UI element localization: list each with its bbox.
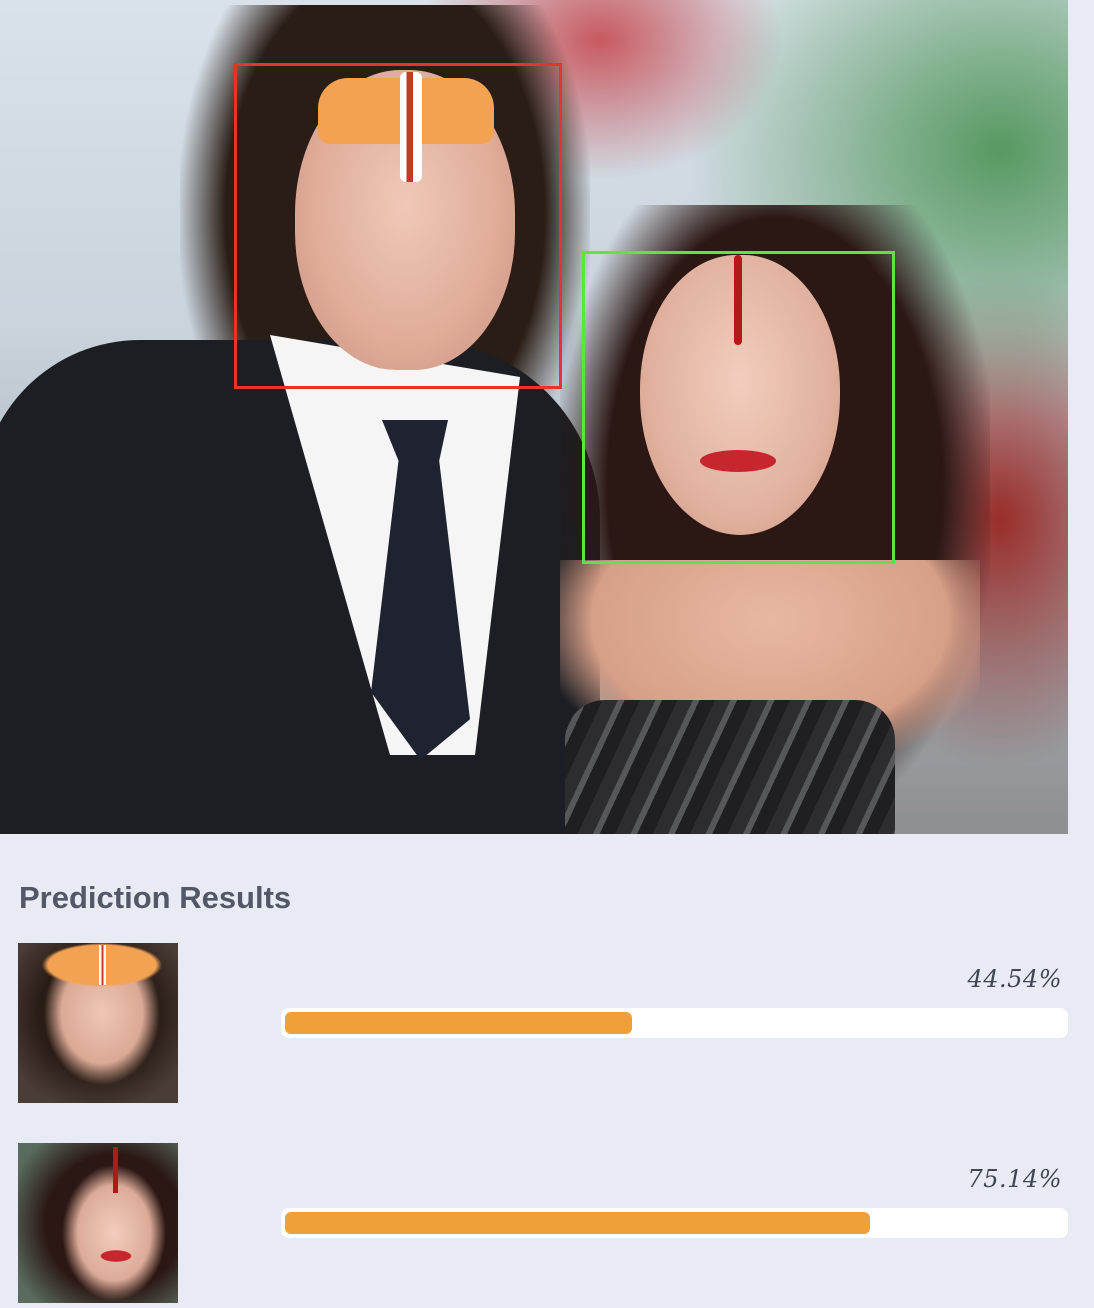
face-thumbnail: [18, 1143, 178, 1303]
face-thumbnail: [18, 943, 178, 1103]
progress-fill: [285, 1212, 870, 1234]
result-row: 75.14%: [0, 1143, 1094, 1303]
uploaded-photo: [0, 0, 1068, 834]
result-row: 44.54%: [0, 943, 1094, 1103]
progress-track: [281, 1208, 1068, 1238]
percent-label: 44.54%: [967, 965, 1062, 993]
face-bounding-box-2: [582, 251, 895, 564]
results-title: Prediction Results: [19, 880, 292, 915]
face-bounding-box-1: [234, 63, 562, 389]
photo-region: [565, 700, 895, 834]
percent-label: 75.14%: [967, 1165, 1062, 1193]
progress-track: [281, 1008, 1068, 1038]
progress-fill: [285, 1012, 632, 1034]
